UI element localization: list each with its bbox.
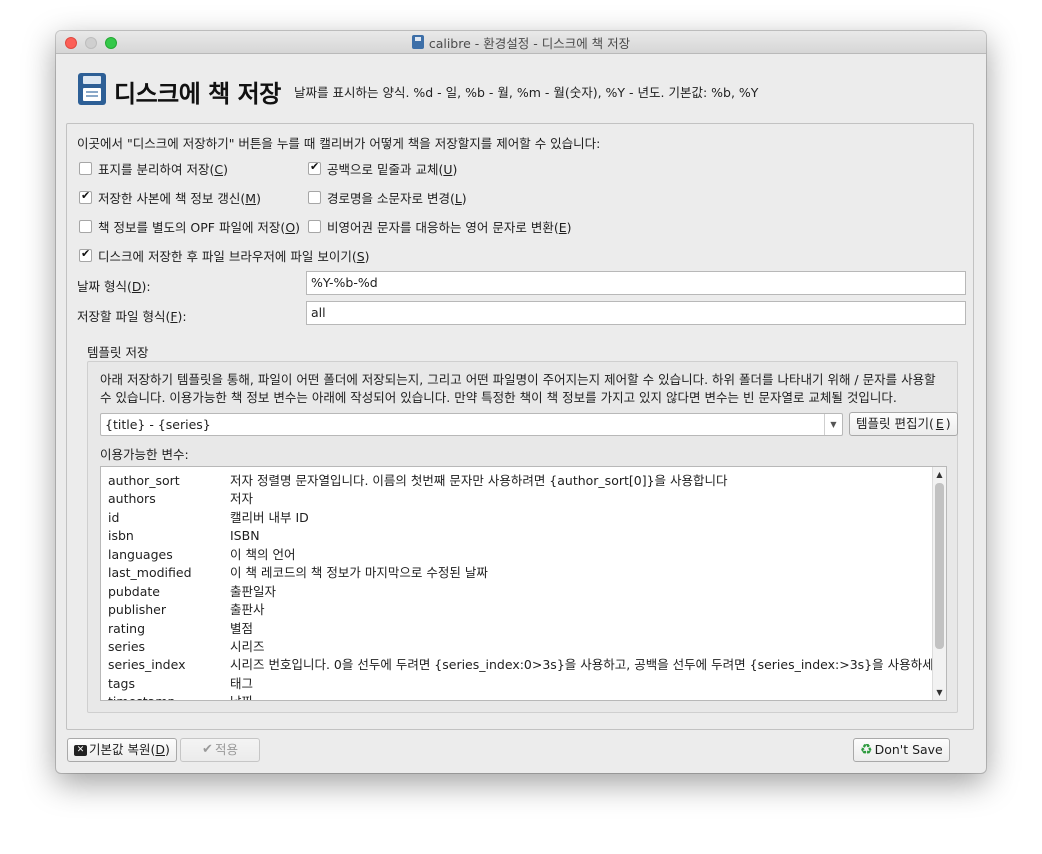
checkbox-lowercase-paths[interactable]: 경로명을 소문자로 변경(L) — [308, 188, 467, 207]
checkbox-show-in-browser[interactable]: 디스크에 저장한 후 파일 브라우저에 파일 보이기(S) — [79, 246, 370, 265]
restore-defaults-button[interactable]: ✕ 기본값 복원(D) — [67, 738, 177, 762]
checkbox-save-opf[interactable]: 책 정보를 별도의 OPF 파일에 저장(O) — [79, 217, 300, 236]
window-title: calibre - 환경설정 - 디스크에 책 저장 — [428, 36, 631, 51]
available-variables-label: 이용가능한 변수: — [100, 447, 189, 462]
page-description: 날짜를 표시하는 양식. %d - 일, %b - 월, %m - 월(숫자),… — [294, 85, 759, 100]
date-format-input[interactable]: %Y-%b-%d — [306, 271, 966, 295]
page-title: 디스크에 책 저장 — [114, 80, 281, 108]
save-disk-icon — [411, 35, 424, 49]
template-editor-button[interactable]: 템플릿 편집기(E) — [849, 412, 958, 436]
checkbox-box[interactable] — [79, 247, 92, 262]
checkbox-box[interactable] — [79, 189, 92, 204]
recycle-icon: ♻ — [860, 742, 873, 758]
file-format-input[interactable]: all — [306, 301, 966, 325]
template-combobox[interactable]: {title} - {series} ▼ — [100, 413, 843, 436]
scroll-down-arrow-icon[interactable]: ▼ — [933, 686, 946, 699]
checkbox-box[interactable] — [79, 162, 92, 175]
floppy-disk-icon — [78, 73, 106, 105]
checkbox-box[interactable] — [308, 160, 321, 175]
dropdown-arrow-icon[interactable]: ▼ — [824, 414, 842, 435]
checkmark-icon: ✔ — [202, 742, 213, 757]
scrollbar-thumb[interactable] — [935, 483, 944, 649]
template-group: 아래 저장하기 템플릿을 통해, 파일이 어떤 폴더에 저장되는지, 그리고 어… — [87, 361, 958, 713]
checkbox-replace-whitespace[interactable]: 공백으로 밑줄과 교체(U) — [308, 159, 457, 178]
checkbox-ascii-filenames[interactable]: 비영어권 문자를 대응하는 영어 문자로 변환(E) — [308, 217, 572, 236]
preferences-window: calibre - 환경설정 - 디스크에 책 저장 디스크에 책 저장 날짜를… — [56, 31, 986, 773]
title-bar: calibre - 환경설정 - 디스크에 책 저장 — [56, 31, 986, 54]
template-value: {title} - {series} — [105, 417, 211, 432]
scroll-up-arrow-icon[interactable]: ▲ — [933, 468, 946, 481]
checkbox-box[interactable] — [79, 220, 92, 233]
page-header: 디스크에 책 저장 날짜를 표시하는 양식. %d - 일, %b - 월, %… — [76, 73, 976, 108]
intro-text: 이곳에서 "디스크에 저장하기" 버튼을 누를 때 캘리버가 어떻게 책을 저장… — [77, 136, 601, 151]
template-section-label: 템플릿 저장 — [87, 345, 149, 360]
checkbox-box[interactable] — [308, 220, 321, 233]
template-description: 아래 저장하기 템플릿을 통해, 파일이 어떤 폴더에 저장되는지, 그리고 어… — [100, 372, 936, 405]
variables-scrollbar[interactable]: ▲ ▼ — [932, 467, 946, 700]
dont-save-button[interactable]: ♻ Don't Save — [853, 738, 950, 762]
file-format-label: 저장할 파일 형식(F): — [77, 309, 187, 324]
checkbox-save-cover-separately[interactable]: 표지를 분리하여 저장(C) — [79, 159, 228, 178]
checkbox-update-metadata[interactable]: 저장한 사본에 책 정보 갱신(M) — [79, 188, 261, 207]
checkbox-box[interactable] — [308, 191, 321, 204]
date-format-label: 날짜 형식(D): — [77, 279, 151, 294]
settings-panel: 이곳에서 "디스크에 저장하기" 버튼을 누를 때 캘리버가 어떻게 책을 저장… — [66, 123, 974, 730]
clear-icon: ✕ — [74, 744, 87, 756]
apply-button[interactable]: ✔ 적용 — [180, 738, 260, 762]
variables-list[interactable]: author_sort 저자 정렬명 문자열입니다. 이름의 첫번째 문자만 사용… — [100, 466, 947, 701]
